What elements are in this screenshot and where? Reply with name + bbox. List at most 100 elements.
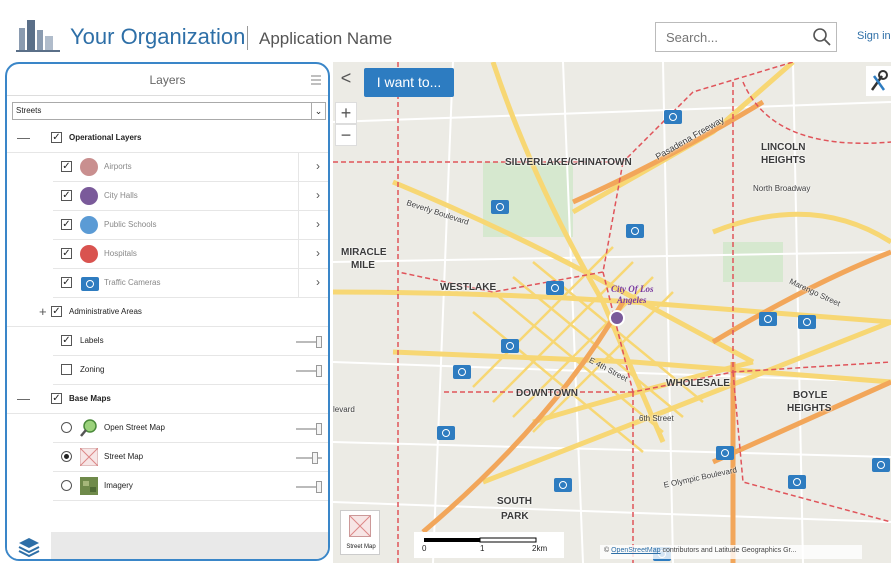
title-divider [247,26,248,50]
collapse-icon[interactable]: — [17,391,30,406]
basemap-item-imagery[interactable]: Imagery [53,472,328,501]
traffic-camera-icon[interactable] [453,365,471,379]
traffic-camera-icon[interactable] [546,281,564,295]
layer-checkbox[interactable]: ✓ [61,248,72,259]
collapse-panel-button[interactable]: < [335,68,357,90]
opacity-slider[interactable] [296,452,322,464]
opacity-slider[interactable] [296,365,322,377]
basemap-toggle-label: Street Map [346,544,376,550]
layers-toggle-button[interactable] [7,532,51,561]
layer-item-city-halls[interactable]: ✓ City Halls › [53,182,328,211]
basemap-radio[interactable] [61,451,72,462]
opacity-slider[interactable] [296,423,322,435]
zoom-in-button[interactable]: + [335,102,357,124]
traffic-camera-icon[interactable] [491,200,509,214]
traffic-camera-icon[interactable] [716,446,734,460]
basemap-label: Open Street Map [104,423,165,432]
basemap-radio[interactable] [61,422,72,433]
search-input[interactable] [664,29,794,46]
layer-checkbox[interactable]: ✓ [61,277,72,288]
slider-thumb[interactable] [316,481,322,493]
slider-thumb[interactable] [312,452,318,464]
slider-thumb[interactable] [316,336,322,348]
basemap-toggle-button[interactable]: Street Map [340,510,380,555]
map-attribution: © OpenStreetMap contributors and Latitud… [600,545,862,559]
search-box[interactable] [655,22,837,52]
layer-item-public-schools[interactable]: ✓ Public Schools › [53,211,328,240]
opacity-slider[interactable] [296,481,322,493]
layer-checkbox[interactable]: ✓ [61,335,72,346]
layer-label: Labels [80,336,104,345]
map-view[interactable]: SILVERLAKE/CHINATOWN LINCOLN HEIGHTS Nor… [333,62,891,563]
layer-details-button[interactable]: › [298,182,328,210]
openstreetmap-link[interactable]: OpenStreetMap [611,547,660,554]
airport-icon [80,158,98,176]
map-label-6th: 6th Street [639,414,674,423]
attribution-text: contributors and Latitude Geographics Gr… [660,547,797,554]
traffic-camera-icon[interactable] [759,312,777,326]
traffic-camera-icon[interactable] [554,478,572,492]
layer-item-airports[interactable]: ✓ Airports › [53,153,328,182]
operational-layers-checkbox[interactable]: ✓ [51,132,62,143]
expand-icon[interactable]: + [39,304,47,319]
traffic-camera-icon[interactable] [872,458,890,472]
map-label-park: PARK [501,511,529,522]
layer-item-labels[interactable]: ✓ Labels [53,327,328,356]
map-label-mile: MILE [351,260,375,271]
layer-checkbox[interactable]: ✓ [51,306,62,317]
traffic-camera-icon[interactable] [798,315,816,329]
layer-group-admin-areas[interactable]: + ✓ Administrative Areas [7,298,328,327]
chevron-right-icon[interactable]: › [316,246,320,260]
layer-item-traffic-cameras[interactable]: ✓ Traffic Cameras › [53,269,328,298]
layer-details-button[interactable]: › [298,153,328,181]
traffic-camera-icon[interactable] [788,475,806,489]
map-label-city-of-los: City Of Los [611,284,654,294]
basemap-item-osm[interactable]: Open Street Map [53,414,328,443]
layer-details-button[interactable]: › [298,211,328,239]
tools-icon[interactable] [866,66,891,96]
slider-thumb[interactable] [316,365,322,377]
panel-menu-icon[interactable] [310,74,322,86]
traffic-camera-icon[interactable] [437,426,455,440]
basemap-select[interactable]: Streets ⌄ [12,102,326,120]
base-maps-label: Base Maps [69,394,111,403]
chevron-right-icon[interactable]: › [316,159,320,173]
layer-label: Public Schools [104,220,157,229]
layer-label: City Halls [104,191,138,200]
map-label-levard: levard [333,405,355,414]
i-want-to-button[interactable]: I want to... [364,68,454,97]
layer-checkbox[interactable]: ✓ [61,190,72,201]
layer-checkbox[interactable] [61,364,72,375]
zoom-out-button[interactable]: − [335,124,357,146]
basemap-label: Street Map [104,452,144,461]
traffic-camera-icon[interactable] [664,110,682,124]
base-maps-checkbox[interactable]: ✓ [51,393,62,404]
layer-item-zoning[interactable]: Zoning [53,356,328,385]
basemap-radio[interactable] [61,480,72,491]
school-icon [80,216,98,234]
city-hall-marker-icon[interactable] [609,310,625,326]
basemap-item-street-map[interactable]: Street Map [53,443,328,472]
opacity-slider[interactable] [296,336,322,348]
layer-label: Traffic Cameras [104,278,161,287]
layer-checkbox[interactable]: ✓ [61,219,72,230]
layer-details-button[interactable]: › [298,269,328,297]
basemap-select-value: Streets [16,106,42,115]
layer-details-button[interactable]: › [298,240,328,268]
chevron-down-icon[interactable]: ⌄ [311,103,325,119]
traffic-camera-icon[interactable] [501,339,519,353]
search-icon[interactable] [812,27,832,47]
map-label-downtown: DOWNTOWN [516,388,579,399]
chevron-right-icon[interactable]: › [316,188,320,202]
layer-item-hospitals[interactable]: ✓ Hospitals › [53,240,328,269]
chevron-right-icon[interactable]: › [316,275,320,289]
sign-in-link[interactable]: Sign in [857,30,891,42]
layers-stack-icon[interactable] [7,532,51,561]
collapse-icon[interactable]: — [17,130,30,145]
slider-thumb[interactable] [316,423,322,435]
layer-checkbox[interactable]: ✓ [61,161,72,172]
traffic-camera-icon[interactable] [626,224,644,238]
chevron-right-icon[interactable]: › [316,217,320,231]
map-label-heights: HEIGHTS [761,155,806,166]
map-label-lincoln: LINCOLN [761,142,806,153]
